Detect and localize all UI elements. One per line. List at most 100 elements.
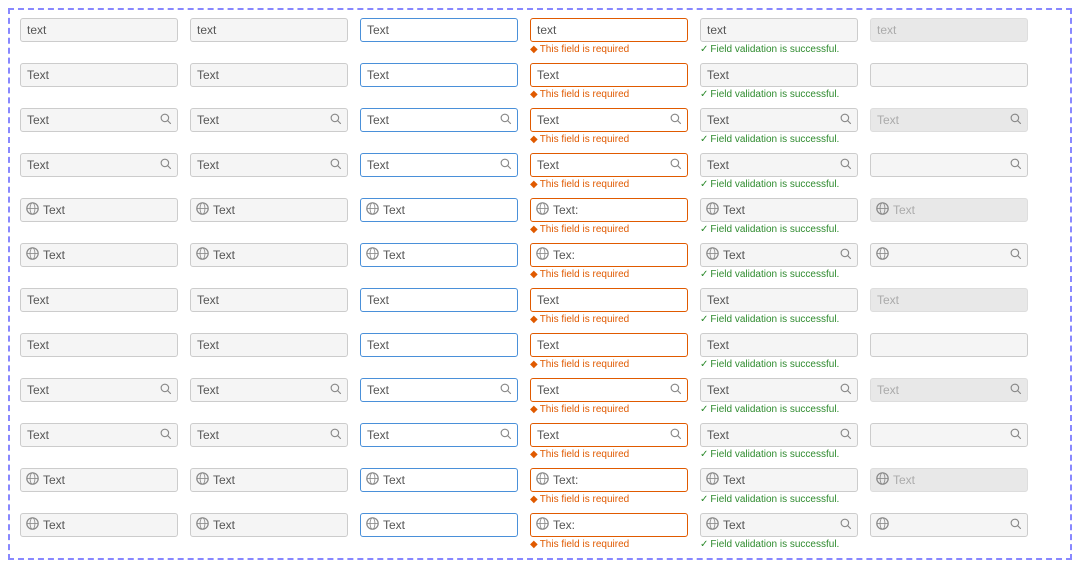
input-r5-c1[interactable] bbox=[190, 243, 348, 267]
input-wrapper bbox=[360, 243, 518, 267]
input-r0-c1[interactable] bbox=[190, 18, 348, 42]
input-r2-c1[interactable] bbox=[190, 108, 348, 132]
input-r1-c0[interactable] bbox=[20, 63, 178, 87]
input-wrapper bbox=[20, 63, 178, 87]
input-r8-c2[interactable] bbox=[360, 378, 518, 402]
input-wrapper bbox=[20, 243, 178, 267]
input-r6-c2[interactable] bbox=[360, 288, 518, 312]
input-r0-c5[interactable] bbox=[870, 18, 1028, 42]
input-r3-c5[interactable] bbox=[870, 153, 1028, 177]
cell-r5-c3: ◆ This field is required bbox=[524, 239, 694, 284]
input-r11-c0[interactable] bbox=[20, 513, 178, 537]
input-r5-c2[interactable] bbox=[360, 243, 518, 267]
input-r10-c0[interactable] bbox=[20, 468, 178, 492]
input-r3-c0[interactable] bbox=[20, 153, 178, 177]
input-r4-c1[interactable] bbox=[190, 198, 348, 222]
input-r4-c0[interactable] bbox=[20, 198, 178, 222]
input-r10-c1[interactable] bbox=[190, 468, 348, 492]
input-r1-c3[interactable] bbox=[530, 63, 688, 87]
input-r6-c3[interactable] bbox=[530, 288, 688, 312]
input-r7-c3[interactable] bbox=[530, 333, 688, 357]
input-wrapper bbox=[20, 378, 178, 402]
input-r9-c2[interactable] bbox=[360, 423, 518, 447]
input-r4-c4[interactable] bbox=[700, 198, 858, 222]
input-r5-c4[interactable] bbox=[700, 243, 858, 267]
input-wrapper bbox=[870, 333, 1028, 357]
input-r11-c4[interactable] bbox=[700, 513, 858, 537]
input-r11-c3[interactable] bbox=[530, 513, 688, 537]
input-r9-c3[interactable] bbox=[530, 423, 688, 447]
input-r6-c4[interactable] bbox=[700, 288, 858, 312]
input-r5-c5[interactable] bbox=[870, 243, 1028, 267]
cell-r10-c3: ◆ This field is required bbox=[524, 464, 694, 509]
input-r4-c3[interactable] bbox=[530, 198, 688, 222]
input-r10-c5[interactable] bbox=[870, 468, 1028, 492]
input-wrapper bbox=[20, 18, 178, 42]
cell-r4-c1 bbox=[184, 194, 354, 239]
input-r8-c3[interactable] bbox=[530, 378, 688, 402]
input-r8-c4[interactable] bbox=[700, 378, 858, 402]
input-r2-c2[interactable] bbox=[360, 108, 518, 132]
input-r9-c0[interactable] bbox=[20, 423, 178, 447]
input-r2-c4[interactable] bbox=[700, 108, 858, 132]
input-r6-c5[interactable] bbox=[870, 288, 1028, 312]
input-r8-c0[interactable] bbox=[20, 378, 178, 402]
input-r1-c2[interactable] bbox=[360, 63, 518, 87]
input-r5-c3[interactable] bbox=[530, 243, 688, 267]
input-r6-c1[interactable] bbox=[190, 288, 348, 312]
error-message: ◆ This field is required bbox=[530, 314, 688, 325]
input-r10-c4[interactable] bbox=[700, 468, 858, 492]
input-r3-c2[interactable] bbox=[360, 153, 518, 177]
cell-r1-c4: ✓ Field validation is successful. bbox=[694, 59, 864, 104]
success-icon: ✓ bbox=[700, 539, 708, 550]
input-r9-c4[interactable] bbox=[700, 423, 858, 447]
input-r10-c2[interactable] bbox=[360, 468, 518, 492]
error-icon: ◆ bbox=[530, 494, 538, 505]
cell-r6-c3: ◆ This field is required bbox=[524, 284, 694, 329]
input-r1-c4[interactable] bbox=[700, 63, 858, 87]
input-r7-c2[interactable] bbox=[360, 333, 518, 357]
input-r3-c3[interactable] bbox=[530, 153, 688, 177]
input-r8-c5[interactable] bbox=[870, 378, 1028, 402]
input-r11-c2[interactable] bbox=[360, 513, 518, 537]
error-message: ◆ This field is required bbox=[530, 269, 688, 280]
cell-r1-c2 bbox=[354, 59, 524, 104]
input-wrapper bbox=[20, 198, 178, 222]
input-r3-c1[interactable] bbox=[190, 153, 348, 177]
input-r2-c0[interactable] bbox=[20, 108, 178, 132]
error-icon: ◆ bbox=[530, 269, 538, 280]
success-message: ✓ Field validation is successful. bbox=[700, 539, 858, 550]
cell-r9-c5 bbox=[864, 419, 1034, 464]
success-message: ✓ Field validation is successful. bbox=[700, 359, 858, 370]
input-r10-c3[interactable] bbox=[530, 468, 688, 492]
input-wrapper bbox=[530, 153, 688, 177]
error-message: ◆ This field is required bbox=[530, 359, 688, 370]
input-r5-c0[interactable] bbox=[20, 243, 178, 267]
error-icon: ◆ bbox=[530, 359, 538, 370]
input-r11-c1[interactable] bbox=[190, 513, 348, 537]
input-r0-c0[interactable] bbox=[20, 18, 178, 42]
cell-r2-c5 bbox=[864, 104, 1034, 149]
cell-r7-c0 bbox=[14, 329, 184, 374]
input-r2-c5[interactable] bbox=[870, 108, 1028, 132]
input-r8-c1[interactable] bbox=[190, 378, 348, 402]
input-r0-c3[interactable] bbox=[530, 18, 688, 42]
input-r7-c4[interactable] bbox=[700, 333, 858, 357]
input-r0-c4[interactable] bbox=[700, 18, 858, 42]
input-r9-c5[interactable] bbox=[870, 423, 1028, 447]
input-r0-c2[interactable] bbox=[360, 18, 518, 42]
input-r7-c5[interactable] bbox=[870, 333, 1028, 357]
input-r3-c4[interactable] bbox=[700, 153, 858, 177]
input-r1-c5[interactable] bbox=[870, 63, 1028, 87]
input-r1-c1[interactable] bbox=[190, 63, 348, 87]
input-r4-c5[interactable] bbox=[870, 198, 1028, 222]
input-wrapper bbox=[870, 468, 1028, 492]
input-r2-c3[interactable] bbox=[530, 108, 688, 132]
input-r6-c0[interactable] bbox=[20, 288, 178, 312]
input-r4-c2[interactable] bbox=[360, 198, 518, 222]
cell-r9-c4: ✓ Field validation is successful. bbox=[694, 419, 864, 464]
input-r11-c5[interactable] bbox=[870, 513, 1028, 537]
input-r7-c0[interactable] bbox=[20, 333, 178, 357]
input-r9-c1[interactable] bbox=[190, 423, 348, 447]
input-r7-c1[interactable] bbox=[190, 333, 348, 357]
